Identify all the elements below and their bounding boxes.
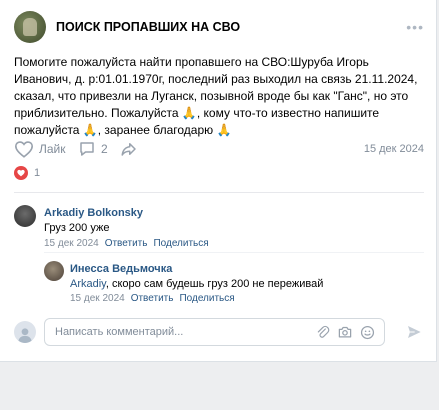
group-name[interactable]: ПОИСК ПРОПАВШИХ НА СВО bbox=[56, 20, 240, 34]
post-card: ПОИСК ПРОПАВШИХ НА СВО ••• Помогите пожа… bbox=[0, 0, 437, 362]
heart-reaction-icon bbox=[14, 166, 28, 180]
send-icon[interactable] bbox=[406, 324, 422, 340]
comment-text-body: , скоро сам будешь груз 200 не переживай bbox=[105, 278, 324, 290]
divider bbox=[44, 252, 424, 253]
reaction-count: 1 bbox=[34, 167, 41, 179]
comment-meta: 15 дек 2024 Ответить Поделиться bbox=[70, 293, 235, 304]
comment-icon bbox=[80, 142, 94, 156]
post-date[interactable]: 15 дек 2024 bbox=[364, 143, 424, 155]
prayer-emoji: 🙏 bbox=[82, 123, 98, 137]
comment-date[interactable]: 15 дек 2024 bbox=[70, 293, 125, 304]
share-icon bbox=[121, 143, 136, 156]
comments-button[interactable]: 2 bbox=[78, 140, 108, 158]
comment-reply: Инесса Ведьмочка Arkadiy, скоро сам буде… bbox=[44, 261, 424, 307]
more-icon[interactable]: ••• bbox=[406, 19, 424, 35]
comment-author[interactable]: Инесса Ведьмочка bbox=[70, 263, 172, 275]
share-link[interactable]: Поделиться bbox=[153, 238, 208, 249]
post-text-part-3: , заранее благодарю bbox=[97, 123, 217, 137]
post-text: Помогите пожалуйста найти пропавшего на … bbox=[14, 54, 426, 139]
user-icon bbox=[18, 328, 32, 343]
like-label: Лайк bbox=[39, 142, 66, 156]
comment-input[interactable] bbox=[55, 319, 305, 345]
smile-icon[interactable] bbox=[360, 325, 375, 340]
reactions-summary[interactable]: 1 bbox=[14, 166, 40, 180]
comment-date[interactable]: 15 дек 2024 bbox=[44, 238, 99, 249]
attach-icon[interactable] bbox=[316, 325, 330, 340]
prayer-emoji: 🙏 bbox=[181, 106, 197, 120]
share-button[interactable] bbox=[120, 140, 138, 158]
avatar[interactable] bbox=[44, 261, 64, 281]
reply-link[interactable]: Ответить bbox=[105, 238, 148, 249]
reply-link[interactable]: Ответить bbox=[131, 293, 174, 304]
prayer-emoji: 🙏 bbox=[216, 123, 232, 137]
camera-icon[interactable] bbox=[337, 325, 353, 340]
divider bbox=[14, 192, 424, 193]
share-link[interactable]: Поделиться bbox=[179, 293, 234, 304]
comment-author[interactable]: Arkadiy Bolkonsky bbox=[44, 207, 143, 219]
comment-text: Arkadiy, скоро сам будешь груз 200 не пе… bbox=[70, 278, 323, 290]
avatar[interactable] bbox=[14, 205, 36, 227]
comment: Arkadiy Bolkonsky Груз 200 уже 15 дек 20… bbox=[14, 205, 424, 251]
comment-text: Груз 200 уже bbox=[44, 222, 110, 234]
comment-input-row bbox=[14, 318, 424, 346]
like-button[interactable]: Лайк bbox=[14, 140, 66, 158]
heart-icon bbox=[14, 141, 34, 158]
user-avatar[interactable] bbox=[14, 321, 36, 343]
comment-input-box bbox=[44, 318, 385, 346]
group-avatar[interactable] bbox=[14, 11, 46, 43]
comment-meta: 15 дек 2024 Ответить Поделиться bbox=[44, 238, 209, 249]
post-actions: Лайк 2 15 дек 2024 bbox=[14, 140, 424, 160]
mention-link[interactable]: Arkadiy bbox=[70, 278, 106, 290]
post-header: ПОИСК ПРОПАВШИХ НА СВО ••• bbox=[14, 11, 424, 43]
comment-count: 2 bbox=[101, 142, 108, 156]
